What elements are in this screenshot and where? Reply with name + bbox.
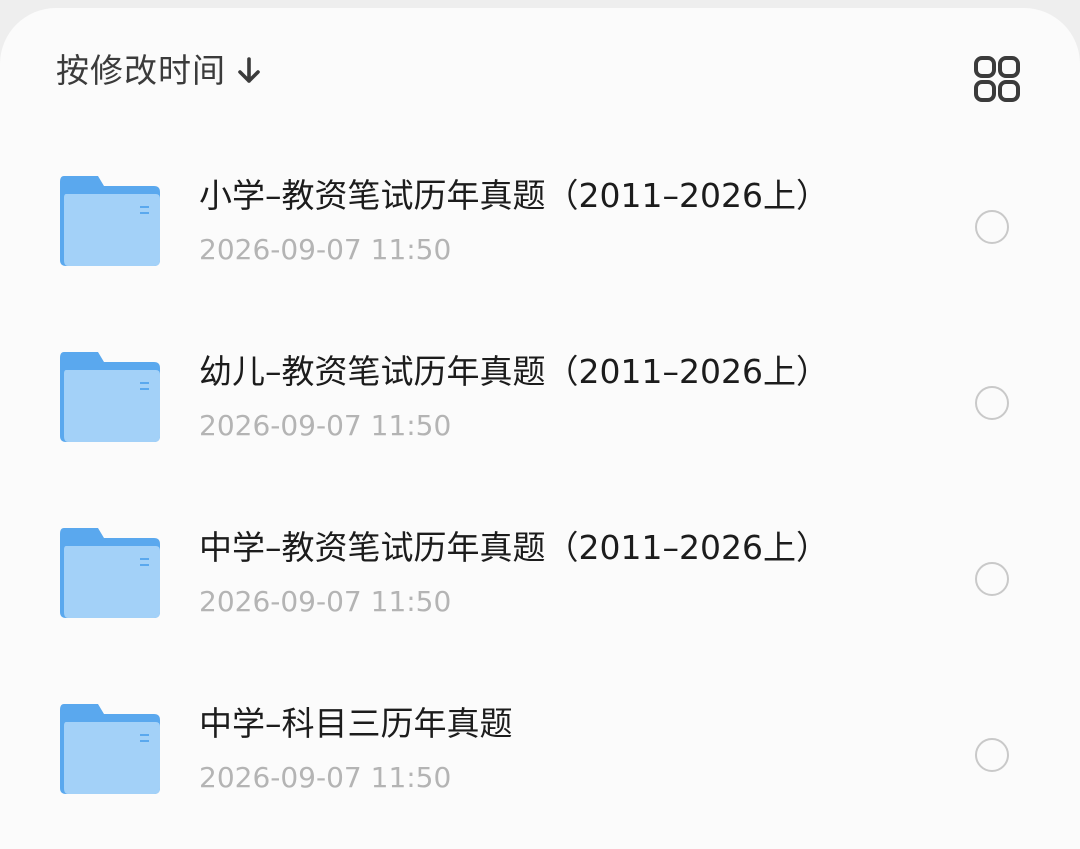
- select-radio[interactable]: [975, 210, 1009, 244]
- file-modified-date: 2026-09-07 11:50: [199, 761, 452, 794]
- select-radio[interactable]: [975, 738, 1009, 772]
- select-radio[interactable]: [975, 386, 1009, 420]
- sort-label: 按修改时间: [56, 51, 226, 90]
- folder-icon: [60, 176, 160, 266]
- sort-by-modified-time-button[interactable]: 按修改时间: [56, 46, 262, 96]
- file-modified-date: 2026-09-07 11:50: [199, 409, 452, 442]
- arrow-down-icon: [238, 57, 260, 83]
- folder-icon: [60, 704, 160, 794]
- select-radio[interactable]: [975, 562, 1009, 596]
- folder-icon: [60, 528, 160, 618]
- grid-view-icon[interactable]: [972, 54, 1022, 104]
- file-list: 小学–教资笔试历年真题（2011–2026上） 2026-09-07 11:50…: [0, 138, 1080, 842]
- list-item[interactable]: 中学–教资笔试历年真题（2011–2026上） 2026-09-07 11:50: [0, 490, 1080, 666]
- list-item[interactable]: 幼儿–教资笔试历年真题（2011–2026上） 2026-09-07 11:50: [0, 314, 1080, 490]
- file-browser-panel: 按修改时间 小学–教资笔试历年真题（2011–2026上） 2026-09-07…: [0, 8, 1080, 849]
- file-name: 幼儿–教资笔试历年真题（2011–2026上）: [199, 352, 829, 391]
- list-item[interactable]: 小学–教资笔试历年真题（2011–2026上） 2026-09-07 11:50: [0, 138, 1080, 314]
- file-name: 小学–教资笔试历年真题（2011–2026上）: [199, 176, 829, 215]
- folder-icon: [60, 352, 160, 442]
- list-item[interactable]: 中学–科目三历年真题 2026-09-07 11:50: [0, 666, 1080, 842]
- file-name: 中学–教资笔试历年真题（2011–2026上）: [199, 528, 829, 567]
- file-name: 中学–科目三历年真题: [199, 704, 513, 743]
- file-modified-date: 2026-09-07 11:50: [199, 585, 452, 618]
- toolbar: 按修改时间: [0, 8, 1080, 138]
- file-modified-date: 2026-09-07 11:50: [199, 233, 452, 266]
